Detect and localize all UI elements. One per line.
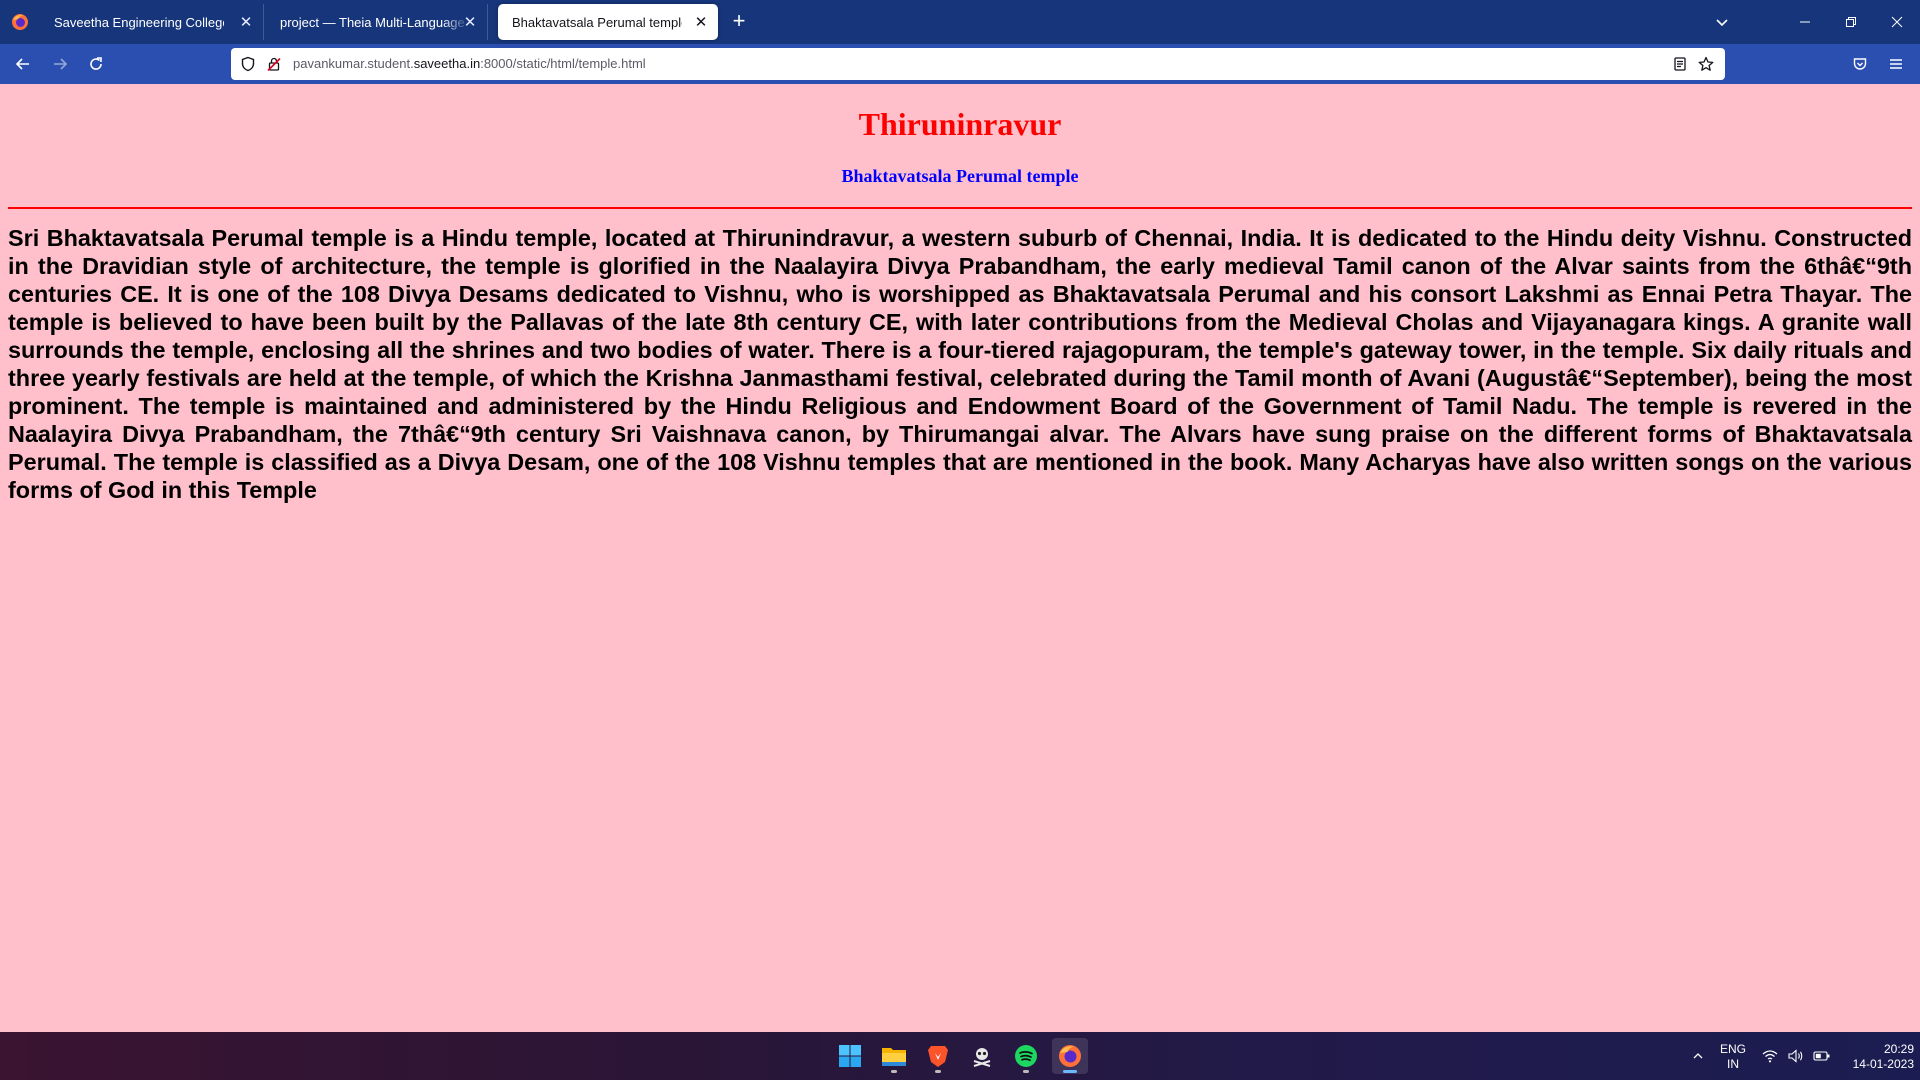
- page-subtitle: Bhaktavatsala Perumal temple: [841, 166, 1079, 186]
- bookmark-star-icon[interactable]: [1697, 55, 1715, 73]
- tab-theia[interactable]: project — Theia Multi-Language Explorer …: [266, 4, 488, 40]
- url-text[interactable]: pavankumar.student.saveetha.in:8000/stat…: [293, 56, 646, 71]
- tab-close-icon[interactable]: ✕: [692, 13, 710, 31]
- spotify-icon[interactable]: [1008, 1038, 1044, 1074]
- minimize-button[interactable]: [1782, 0, 1828, 44]
- tab-close-icon[interactable]: ✕: [461, 13, 479, 31]
- close-window-button[interactable]: [1874, 0, 1920, 44]
- clock[interactable]: 20:29 14-01-2023: [1830, 1042, 1914, 1072]
- firefox-view-icon[interactable]: [8, 10, 32, 34]
- tab-title: Bhaktavatsala Perumal temple: [512, 14, 682, 30]
- forward-button[interactable]: [48, 52, 72, 76]
- input-language-indicator[interactable]: ENG IN: [1716, 1042, 1750, 1072]
- tab-strip: Saveetha Engineering College ✕ project —…: [0, 0, 1920, 44]
- new-tab-button[interactable]: +: [727, 10, 751, 34]
- battery-icon[interactable]: [1812, 1046, 1832, 1066]
- list-all-tabs-icon[interactable]: [1710, 10, 1734, 34]
- windows-taskbar: [0, 1032, 1920, 1080]
- tab-title: Saveetha Engineering College: [54, 14, 224, 30]
- insecure-lock-icon[interactable]: [265, 55, 283, 73]
- firefox-icon[interactable]: [1052, 1038, 1088, 1074]
- temple-description: Sri Bhaktavatsala Perumal temple is a Hi…: [8, 225, 1912, 503]
- system-tray[interactable]: [1760, 1046, 1832, 1066]
- tab-temple[interactable]: Bhaktavatsala Perumal temple ✕: [498, 4, 718, 40]
- back-button[interactable]: [11, 52, 35, 76]
- tab-close-icon[interactable]: ✕: [237, 13, 255, 31]
- running-indicator: [891, 1070, 897, 1073]
- file-explorer-icon[interactable]: [876, 1038, 912, 1074]
- page-title: Thiruninravur: [858, 106, 1062, 142]
- language-code: ENG: [1719, 1042, 1746, 1056]
- url-domain: saveetha.in: [413, 56, 481, 71]
- url-suffix: :8000/static/html/temple.html: [480, 56, 646, 71]
- page-content: Thiruninravur Bhaktavatsala Perumal temp…: [0, 84, 1920, 1032]
- clock-time: 20:29: [1883, 1042, 1914, 1056]
- horizontal-rule: [8, 207, 1912, 209]
- show-hidden-icons-icon[interactable]: [1686, 1046, 1710, 1066]
- pocket-icon[interactable]: [1848, 52, 1872, 76]
- brave-icon[interactable]: [920, 1038, 956, 1074]
- tab-title: project — Theia Multi-Language Explorer: [280, 14, 470, 30]
- navigation-toolbar: pavankumar.student.saveetha.in:8000/stat…: [0, 44, 1920, 84]
- windows-start-icon[interactable]: [832, 1038, 868, 1074]
- restore-button[interactable]: [1828, 0, 1874, 44]
- running-indicator: [935, 1070, 941, 1073]
- game-icon[interactable]: [964, 1038, 1000, 1074]
- address-bar[interactable]: pavankumar.student.saveetha.in:8000/stat…: [231, 48, 1725, 80]
- url-prefix: pavankumar.student.: [293, 56, 414, 71]
- running-indicator: [1063, 1070, 1077, 1073]
- app-menu-icon[interactable]: [1884, 52, 1908, 76]
- volume-icon[interactable]: [1786, 1046, 1806, 1066]
- tracking-protection-icon[interactable]: [239, 55, 257, 73]
- running-indicator: [1023, 1070, 1029, 1073]
- reload-button[interactable]: [84, 52, 108, 76]
- region-code: IN: [1727, 1057, 1739, 1071]
- tab-saveetha[interactable]: Saveetha Engineering College ✕: [40, 4, 264, 40]
- wifi-icon[interactable]: [1760, 1046, 1780, 1066]
- reader-view-icon[interactable]: [1671, 55, 1689, 73]
- clock-date: 14-01-2023: [1852, 1057, 1914, 1071]
